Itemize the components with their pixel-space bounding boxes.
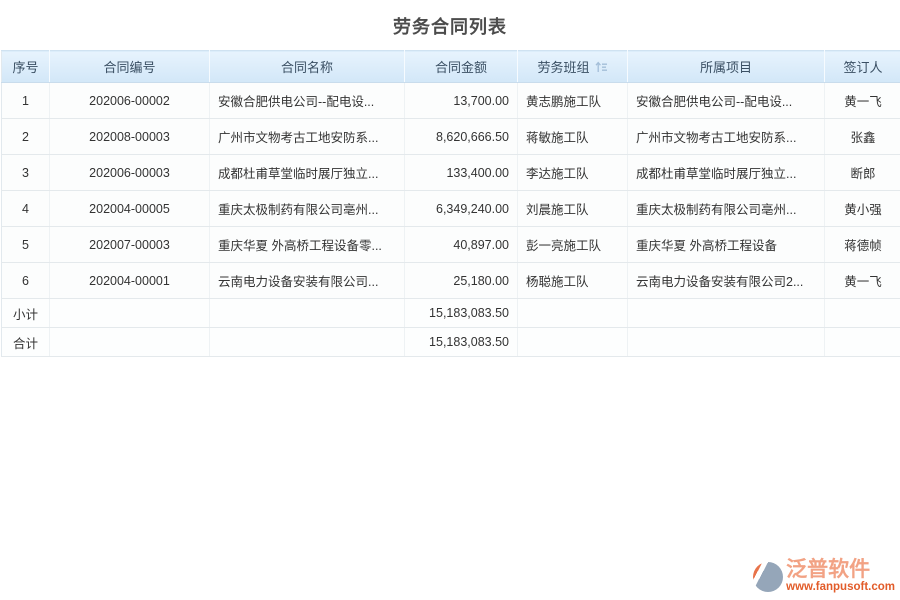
column-header-label: 所属项目 <box>700 60 752 75</box>
summary-label: 小计 <box>2 299 50 328</box>
cell-contract_no[interactable]: 202006-00002 <box>50 83 210 119</box>
summary-empty-cell <box>628 328 825 357</box>
cell-amount: 133,400.00 <box>405 155 518 191</box>
cell-index: 2 <box>2 119 50 155</box>
cell-team[interactable]: 黄志鹏施工队 <box>518 83 628 119</box>
cell-amount: 25,180.00 <box>405 263 518 299</box>
column-header-label: 合同编号 <box>103 60 155 75</box>
table-header-row: 序号 合同编号 合同名称 合同金额 劳务班组 所属项目 签订人 <box>2 51 900 83</box>
cell-contract_name[interactable]: 重庆太极制药有限公司亳州... <box>210 191 405 227</box>
cell-signer[interactable]: 黄一飞 <box>825 83 900 119</box>
summary-row: 合计 15,183,083.50 <box>2 328 900 357</box>
cell-amount: 8,620,666.50 <box>405 119 518 155</box>
summary-empty-cell <box>825 299 900 328</box>
column-header-contract_name: 合同名称 <box>210 51 405 83</box>
table-header: 序号 合同编号 合同名称 合同金额 劳务班组 所属项目 签订人 <box>2 51 900 83</box>
summary-empty-cell <box>210 328 405 357</box>
table-body: 1202006-00002安徽合肥供电公司--配电设...13,700.00黄志… <box>2 83 900 357</box>
summary-empty-cell <box>628 299 825 328</box>
column-header-label: 合同名称 <box>281 60 333 75</box>
cell-project[interactable]: 成都杜甫草堂临时展厅独立... <box>628 155 825 191</box>
labor-contract-table: 序号合同编号合同名称合同金额劳务班组所属项目签订人 1202006-00002安… <box>1 50 900 357</box>
summary-empty-cell <box>210 299 405 328</box>
column-header-label: 签订人 <box>843 60 882 75</box>
cell-signer[interactable]: 蒋德帧 <box>825 227 900 263</box>
cell-contract_no[interactable]: 202007-00003 <box>50 227 210 263</box>
brand-url-link[interactable]: www.fanpusoft.com <box>786 581 895 594</box>
cell-amount: 40,897.00 <box>405 227 518 263</box>
column-header-index: 序号 <box>2 51 50 83</box>
fanpu-brand: 泛普软件 www.fanpusoft.com <box>753 559 895 594</box>
cell-contract_no[interactable]: 202004-00005 <box>50 191 210 227</box>
summary-empty-cell <box>518 328 628 357</box>
column-header-team[interactable]: 劳务班组 <box>518 51 628 83</box>
column-header-amount: 合同金额 <box>405 51 518 83</box>
summary-label: 合计 <box>2 328 50 357</box>
column-header-signer: 签订人 <box>825 51 900 83</box>
cell-project[interactable]: 广州市文物考古工地安防系... <box>628 119 825 155</box>
cell-contract_no[interactable]: 202006-00003 <box>50 155 210 191</box>
cell-index: 6 <box>2 263 50 299</box>
cell-contract_name[interactable]: 云南电力设备安装有限公司... <box>210 263 405 299</box>
column-header-label: 合同金额 <box>435 60 487 75</box>
brand-name: 泛普软件 <box>786 559 870 581</box>
cell-team[interactable]: 蒋敏施工队 <box>518 119 628 155</box>
cell-contract_name[interactable]: 重庆华夏 外高桥工程设备零... <box>210 227 405 263</box>
table-row: 2202008-00003广州市文物考古工地安防系...8,620,666.50… <box>2 119 900 155</box>
summary-empty-cell <box>518 299 628 328</box>
summary-empty-cell <box>50 328 210 357</box>
cell-team[interactable]: 杨聪施工队 <box>518 263 628 299</box>
cell-signer[interactable]: 黄一飞 <box>825 263 900 299</box>
cell-contract_no[interactable]: 202004-00001 <box>50 263 210 299</box>
summary-amount: 15,183,083.50 <box>405 328 518 357</box>
column-header-label: 劳务班组 <box>537 60 589 75</box>
cell-signer[interactable]: 张鑫 <box>825 119 900 155</box>
cell-index: 4 <box>2 191 50 227</box>
cell-signer[interactable]: 断郎 <box>825 155 900 191</box>
cell-contract_name[interactable]: 安徽合肥供电公司--配电设... <box>210 83 405 119</box>
cell-project[interactable]: 重庆华夏 外高桥工程设备 <box>628 227 825 263</box>
table-row: 4202004-00005重庆太极制药有限公司亳州...6,349,240.00… <box>2 191 900 227</box>
cell-team[interactable]: 李达施工队 <box>518 155 628 191</box>
cell-amount: 6,349,240.00 <box>405 191 518 227</box>
cell-contract_name[interactable]: 成都杜甫草堂临时展厅独立... <box>210 155 405 191</box>
table-row: 1202006-00002安徽合肥供电公司--配电设...13,700.00黄志… <box>2 83 900 119</box>
cell-team[interactable]: 彭一亮施工队 <box>518 227 628 263</box>
column-header-project: 所属项目 <box>628 51 825 83</box>
cell-project[interactable]: 重庆太极制药有限公司亳州... <box>628 191 825 227</box>
summary-amount: 15,183,083.50 <box>405 299 518 328</box>
cell-team[interactable]: 刘晨施工队 <box>518 191 628 227</box>
cell-signer[interactable]: 黄小强 <box>825 191 900 227</box>
table-row: 3202006-00003成都杜甫草堂临时展厅独立...133,400.00李达… <box>2 155 900 191</box>
summary-empty-cell <box>50 299 210 328</box>
fanpu-logo-icon <box>753 562 783 592</box>
cell-project[interactable]: 云南电力设备安装有限公司2... <box>628 263 825 299</box>
page-title: 劳务合同列表 <box>0 0 900 50</box>
column-header-label: 序号 <box>12 60 38 75</box>
cell-contract_name[interactable]: 广州市文物考古工地安防系... <box>210 119 405 155</box>
cell-contract_no[interactable]: 202008-00003 <box>50 119 210 155</box>
cell-index: 5 <box>2 227 50 263</box>
cell-project[interactable]: 安徽合肥供电公司--配电设... <box>628 83 825 119</box>
column-header-contract_no: 合同编号 <box>50 51 210 83</box>
cell-index: 3 <box>2 155 50 191</box>
summary-row: 小计 15,183,083.50 <box>2 299 900 328</box>
table-row: 6202004-00001云南电力设备安装有限公司...25,180.00杨聪施… <box>2 263 900 299</box>
summary-empty-cell <box>825 328 900 357</box>
sort-icon[interactable] <box>595 61 608 73</box>
table-row: 5202007-00003重庆华夏 外高桥工程设备零...40,897.00彭一… <box>2 227 900 263</box>
cell-amount: 13,700.00 <box>405 83 518 119</box>
cell-index: 1 <box>2 83 50 119</box>
